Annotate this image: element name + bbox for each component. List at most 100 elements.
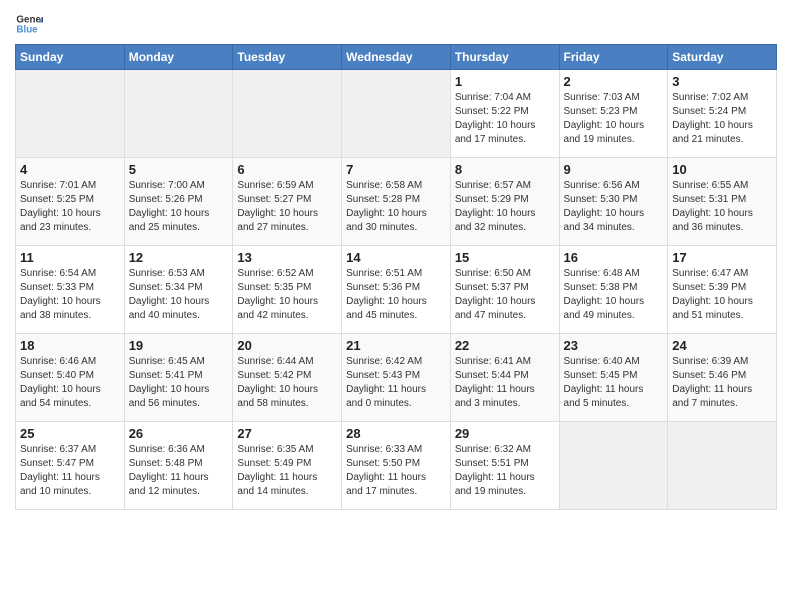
calendar-cell: 5 Sunrise: 7:00 AM Sunset: 5:26 PM Daylig…: [124, 158, 233, 246]
calendar-cell: 24Sunrise: 6:39 AM Sunset: 5:46 PM Dayli…: [668, 334, 777, 422]
weekday-header-tuesday: Tuesday: [233, 45, 342, 70]
day-number: 10: [672, 162, 772, 177]
day-number: 17: [672, 250, 772, 265]
calendar-cell: 2 Sunrise: 7:03 AM Sunset: 5:23 PM Daylig…: [559, 70, 668, 158]
header: General Blue: [15, 10, 777, 38]
day-info: Sunrise: 6:47 AM Sunset: 5:39 PM Dayligh…: [672, 267, 772, 323]
day-info: Sunrise: 6:57 AM Sunset: 5:29 PM Dayligh…: [455, 179, 555, 235]
calendar-cell: [342, 70, 451, 158]
day-info: Sunrise: 7:03 AM Sunset: 5:23 PM Dayligh…: [564, 91, 664, 147]
calendar-cell: 12 Sunrise: 6:53 AM Sunset: 5:34 PM Dayli…: [124, 246, 233, 334]
week-row-1: 1 Sunrise: 7:04 AM Sunset: 5:22 PM Daylig…: [16, 70, 777, 158]
day-number: 11: [20, 250, 120, 265]
week-row-5: 25 Sunrise: 6:37 AM Sunset: 5:47 PM Dayli…: [16, 422, 777, 510]
day-number: 16: [564, 250, 664, 265]
day-number: 18: [20, 338, 120, 353]
calendar-cell: 25 Sunrise: 6:37 AM Sunset: 5:47 PM Dayli…: [16, 422, 125, 510]
calendar-cell: 15 Sunrise: 6:50 AM Sunset: 5:37 PM Dayli…: [450, 246, 559, 334]
calendar-cell: [233, 70, 342, 158]
calendar-cell: 13 Sunrise: 6:52 AM Sunset: 5:35 PM Dayli…: [233, 246, 342, 334]
day-number: 3: [672, 74, 772, 89]
calendar-cell: [16, 70, 125, 158]
day-info: Sunrise: 7:01 AM Sunset: 5:25 PM Dayligh…: [20, 179, 120, 235]
day-info: Sunrise: 6:39 AM Sunset: 5:46 PM Dayligh…: [672, 355, 772, 411]
week-row-3: 11 Sunrise: 6:54 AM Sunset: 5:33 PM Dayli…: [16, 246, 777, 334]
day-number: 29: [455, 426, 555, 441]
day-info: Sunrise: 6:44 AM Sunset: 5:42 PM Dayligh…: [237, 355, 337, 411]
day-info: Sunrise: 6:55 AM Sunset: 5:31 PM Dayligh…: [672, 179, 772, 235]
logo-icon: General Blue: [15, 10, 43, 38]
calendar-cell: 1 Sunrise: 7:04 AM Sunset: 5:22 PM Daylig…: [450, 70, 559, 158]
svg-text:Blue: Blue: [16, 24, 38, 35]
day-info: Sunrise: 6:50 AM Sunset: 5:37 PM Dayligh…: [455, 267, 555, 323]
day-number: 27: [237, 426, 337, 441]
day-info: Sunrise: 6:48 AM Sunset: 5:38 PM Dayligh…: [564, 267, 664, 323]
day-info: Sunrise: 6:52 AM Sunset: 5:35 PM Dayligh…: [237, 267, 337, 323]
calendar-cell: 4Sunrise: 7:01 AM Sunset: 5:25 PM Daylig…: [16, 158, 125, 246]
calendar-cell: 14 Sunrise: 6:51 AM Sunset: 5:36 PM Dayli…: [342, 246, 451, 334]
weekday-header-saturday: Saturday: [668, 45, 777, 70]
calendar-cell: 26 Sunrise: 6:36 AM Sunset: 5:48 PM Dayli…: [124, 422, 233, 510]
calendar-cell: 17 Sunrise: 6:47 AM Sunset: 5:39 PM Dayli…: [668, 246, 777, 334]
day-info: Sunrise: 6:35 AM Sunset: 5:49 PM Dayligh…: [237, 443, 337, 499]
calendar-cell: 23 Sunrise: 6:40 AM Sunset: 5:45 PM Dayli…: [559, 334, 668, 422]
day-number: 12: [129, 250, 229, 265]
weekday-header-row: SundayMondayTuesdayWednesdayThursdayFrid…: [16, 45, 777, 70]
calendar-cell: 3Sunrise: 7:02 AM Sunset: 5:24 PM Daylig…: [668, 70, 777, 158]
day-number: 26: [129, 426, 229, 441]
day-info: Sunrise: 6:54 AM Sunset: 5:33 PM Dayligh…: [20, 267, 120, 323]
page-container: General Blue SundayMondayTuesdayWednesda…: [0, 0, 792, 518]
week-row-4: 18Sunrise: 6:46 AM Sunset: 5:40 PM Dayli…: [16, 334, 777, 422]
day-info: Sunrise: 6:45 AM Sunset: 5:41 PM Dayligh…: [129, 355, 229, 411]
day-number: 2: [564, 74, 664, 89]
day-info: Sunrise: 7:00 AM Sunset: 5:26 PM Dayligh…: [129, 179, 229, 235]
day-info: Sunrise: 6:33 AM Sunset: 5:50 PM Dayligh…: [346, 443, 446, 499]
day-number: 19: [129, 338, 229, 353]
calendar-cell: 8Sunrise: 6:57 AM Sunset: 5:29 PM Daylig…: [450, 158, 559, 246]
calendar-table: SundayMondayTuesdayWednesdayThursdayFrid…: [15, 44, 777, 510]
day-number: 15: [455, 250, 555, 265]
day-number: 14: [346, 250, 446, 265]
day-info: Sunrise: 6:58 AM Sunset: 5:28 PM Dayligh…: [346, 179, 446, 235]
day-info: Sunrise: 6:36 AM Sunset: 5:48 PM Dayligh…: [129, 443, 229, 499]
calendar-cell: 9Sunrise: 6:56 AM Sunset: 5:30 PM Daylig…: [559, 158, 668, 246]
calendar-cell: 16 Sunrise: 6:48 AM Sunset: 5:38 PM Dayli…: [559, 246, 668, 334]
day-number: 6: [237, 162, 337, 177]
weekday-header-thursday: Thursday: [450, 45, 559, 70]
day-number: 20: [237, 338, 337, 353]
day-info: Sunrise: 7:04 AM Sunset: 5:22 PM Dayligh…: [455, 91, 555, 147]
day-number: 23: [564, 338, 664, 353]
calendar-cell: 19 Sunrise: 6:45 AM Sunset: 5:41 PM Dayli…: [124, 334, 233, 422]
day-info: Sunrise: 6:37 AM Sunset: 5:47 PM Dayligh…: [20, 443, 120, 499]
day-number: 21: [346, 338, 446, 353]
calendar-cell: [668, 422, 777, 510]
day-info: Sunrise: 6:40 AM Sunset: 5:45 PM Dayligh…: [564, 355, 664, 411]
calendar-cell: [124, 70, 233, 158]
calendar-cell: 7 Sunrise: 6:58 AM Sunset: 5:28 PM Daylig…: [342, 158, 451, 246]
calendar-cell: 18Sunrise: 6:46 AM Sunset: 5:40 PM Dayli…: [16, 334, 125, 422]
calendar-cell: 27 Sunrise: 6:35 AM Sunset: 5:49 PM Dayli…: [233, 422, 342, 510]
calendar-cell: 22Sunrise: 6:41 AM Sunset: 5:44 PM Dayli…: [450, 334, 559, 422]
day-number: 1: [455, 74, 555, 89]
day-info: Sunrise: 6:51 AM Sunset: 5:36 PM Dayligh…: [346, 267, 446, 323]
day-number: 7: [346, 162, 446, 177]
calendar-cell: [559, 422, 668, 510]
calendar-cell: 20 Sunrise: 6:44 AM Sunset: 5:42 PM Dayli…: [233, 334, 342, 422]
weekday-header-friday: Friday: [559, 45, 668, 70]
logo: General Blue: [15, 10, 47, 38]
calendar-cell: 11 Sunrise: 6:54 AM Sunset: 5:33 PM Dayli…: [16, 246, 125, 334]
weekday-header-monday: Monday: [124, 45, 233, 70]
day-info: Sunrise: 6:32 AM Sunset: 5:51 PM Dayligh…: [455, 443, 555, 499]
day-info: Sunrise: 6:59 AM Sunset: 5:27 PM Dayligh…: [237, 179, 337, 235]
day-number: 28: [346, 426, 446, 441]
weekday-header-sunday: Sunday: [16, 45, 125, 70]
day-info: Sunrise: 6:53 AM Sunset: 5:34 PM Dayligh…: [129, 267, 229, 323]
calendar-cell: 21Sunrise: 6:42 AM Sunset: 5:43 PM Dayli…: [342, 334, 451, 422]
calendar-cell: 10 Sunrise: 6:55 AM Sunset: 5:31 PM Dayli…: [668, 158, 777, 246]
day-number: 25: [20, 426, 120, 441]
calendar-cell: 29 Sunrise: 6:32 AM Sunset: 5:51 PM Dayli…: [450, 422, 559, 510]
day-number: 5: [129, 162, 229, 177]
week-row-2: 4Sunrise: 7:01 AM Sunset: 5:25 PM Daylig…: [16, 158, 777, 246]
day-number: 13: [237, 250, 337, 265]
weekday-header-wednesday: Wednesday: [342, 45, 451, 70]
